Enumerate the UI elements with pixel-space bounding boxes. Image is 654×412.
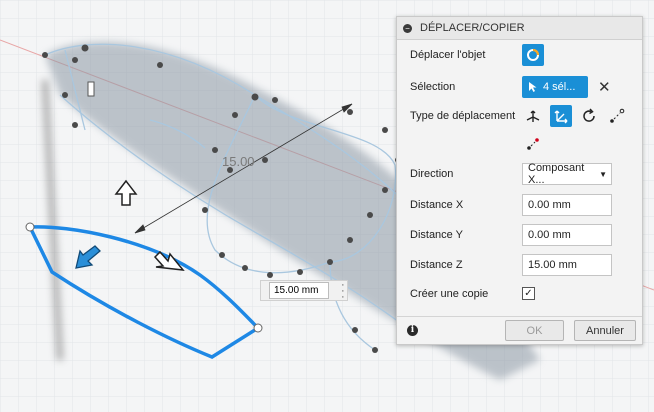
point-to-point-icon — [610, 108, 625, 123]
drag-handle[interactable] — [261, 281, 269, 300]
point-to-position-button[interactable] — [522, 133, 544, 155]
selection-label: Sélection — [410, 81, 456, 93]
distance-x-label: Distance X — [410, 199, 464, 211]
free-move-icon — [526, 110, 540, 122]
ok-button[interactable]: OK — [505, 320, 564, 341]
chevron-down-icon: ▼ — [599, 169, 607, 179]
inline-distance-field[interactable]: 15.00 mm — [269, 282, 329, 299]
direction-label: Direction — [410, 168, 454, 180]
translate-icon — [554, 110, 568, 124]
more-options-icon[interactable]: · · · — [341, 279, 345, 302]
move-type-row: Type de déplacement — [410, 105, 634, 127]
direction-value: Composant X... — [528, 162, 585, 186]
create-copy-row: Créer une copie ✓ — [410, 287, 634, 300]
direction-row: Direction Composant X... ▼ — [410, 162, 634, 186]
translate-button[interactable] — [550, 105, 572, 127]
plane-handle-icon[interactable] — [87, 81, 95, 97]
move-object-label: Déplacer l'objet — [410, 49, 486, 61]
direction-select[interactable]: Composant X... ▼ — [522, 162, 612, 186]
point-to-point-button[interactable] — [606, 105, 628, 127]
create-copy-checkbox[interactable]: ✓ — [522, 287, 535, 300]
point-to-position-icon — [527, 138, 539, 150]
inline-distance-input[interactable]: 15.00 mm · · · — [260, 279, 348, 302]
distance-z-field[interactable]: 15.00 mm — [522, 254, 612, 276]
selection-row: Sélection 4 sél... ✕ — [410, 76, 634, 98]
free-move-button[interactable] — [522, 105, 544, 127]
distance-z-row: Distance Z 15.00 mm — [410, 254, 634, 276]
move-type-row-2 — [410, 133, 634, 155]
move-copy-dialog: − DÉPLACER/COPIER Déplacer l'objet Sélec… — [396, 16, 643, 345]
dialog-title: DÉPLACER/COPIER — [420, 22, 525, 34]
selection-value: 4 sél... — [543, 81, 576, 93]
collapse-icon[interactable]: − — [403, 23, 412, 33]
distance-x-row: Distance X 0.00 mm — [410, 194, 634, 216]
clear-selection-icon[interactable]: ✕ — [598, 78, 611, 96]
create-copy-label: Créer une copie — [410, 287, 489, 300]
component-icon — [527, 48, 540, 61]
cancel-button[interactable]: Annuler — [574, 320, 636, 341]
distance-y-field[interactable]: 0.00 mm — [522, 224, 612, 246]
info-icon[interactable]: i — [407, 325, 418, 336]
selection-button[interactable]: 4 sél... — [522, 76, 588, 98]
distance-y-row: Distance Y 0.00 mm — [410, 224, 634, 246]
rotate-icon — [583, 108, 595, 122]
distance-z-label: Distance Z — [410, 259, 463, 271]
cursor-icon — [529, 82, 537, 92]
distance-y-label: Distance Y — [410, 229, 463, 241]
dialog-header: − DÉPLACER/COPIER — [397, 17, 642, 40]
move-type-label: Type de déplacement — [410, 110, 516, 122]
distance-x-field[interactable]: 0.00 mm — [522, 194, 612, 216]
rotate-button[interactable] — [578, 105, 600, 127]
move-object-button[interactable] — [522, 44, 544, 66]
move-object-row: Déplacer l'objet — [410, 44, 634, 66]
dialog-footer: i OK Annuler — [397, 316, 642, 344]
dimension-label: 15.00 — [222, 154, 255, 169]
